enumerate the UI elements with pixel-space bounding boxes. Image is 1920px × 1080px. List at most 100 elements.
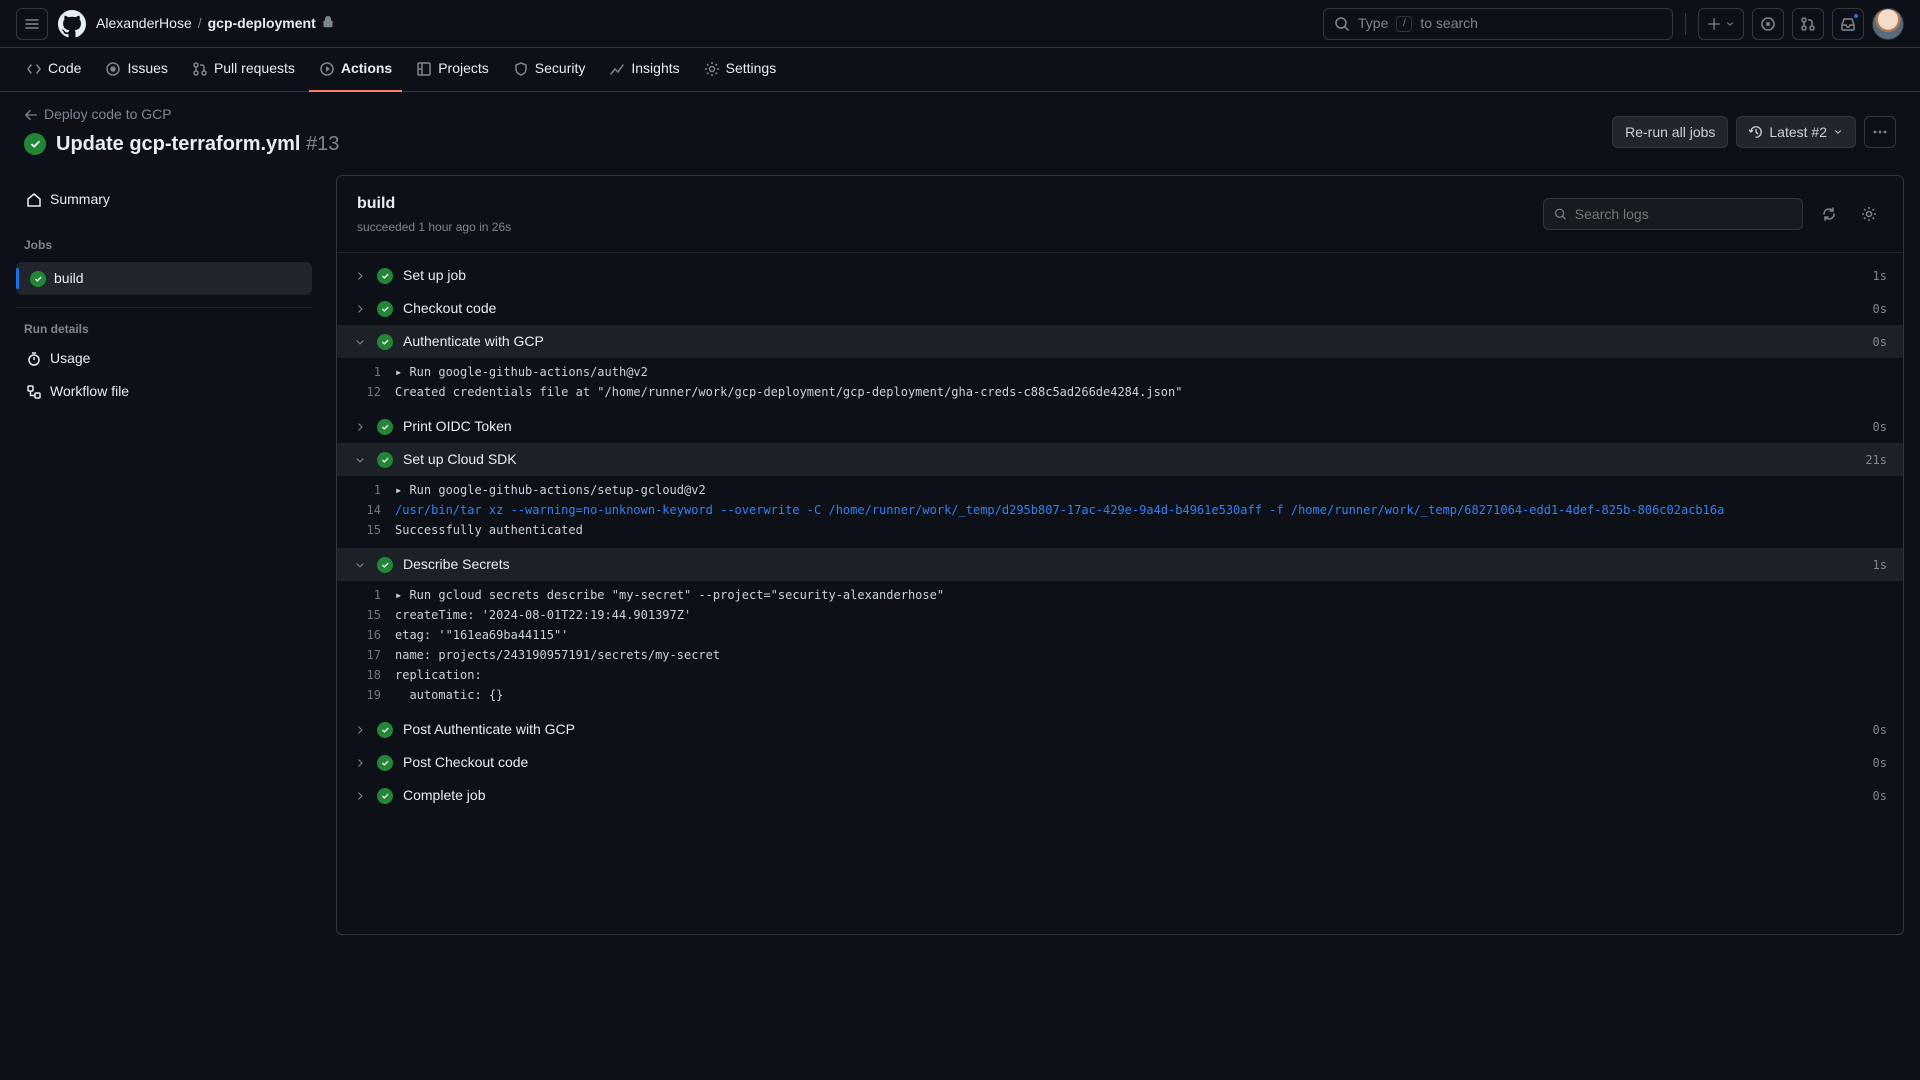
tab-label: Settings [726,58,777,79]
step-name: Post Authenticate with GCP [403,719,1863,740]
run-status-check-icon [24,133,46,155]
step-duration: 0s [1873,787,1887,805]
chevron-right-icon [353,560,367,570]
log-output: 1Run gcloud secrets describe "my-secret"… [337,581,1903,713]
steps-list: Set up job1sCheckout code0sAuthenticate … [337,253,1903,832]
log-line[interactable]: 18replication: [353,665,1887,685]
step-name: Post Checkout code [403,752,1863,773]
step-header[interactable]: Describe Secrets1s [337,548,1903,581]
rerun-all-jobs-button[interactable]: Re-run all jobs [1612,116,1728,148]
step-header[interactable]: Authenticate with GCP0s [337,325,1903,358]
back-to-workflow-link[interactable]: Deploy code to GCP [24,104,339,125]
tab-code[interactable]: Code [16,48,91,92]
job-subtitle: succeeded 1 hour ago in 26s [357,218,511,236]
step-status-check-icon [377,419,393,435]
dot-circle-icon [1760,16,1776,32]
line-text: createTime: '2024-08-01T22:19:44.901397Z… [395,606,691,624]
arrow-left-icon [24,108,38,122]
chevron-right-icon [353,422,367,432]
log-line[interactable]: 14/usr/bin/tar xz --warning=no-unknown-k… [353,500,1887,520]
line-text: automatic: {} [395,686,503,704]
log-search-input[interactable] [1575,206,1792,222]
line-number: 14 [353,501,381,519]
tab-pulls[interactable]: Pull requests [182,48,305,92]
tab-insights[interactable]: Insights [599,48,689,92]
github-logo-icon[interactable] [56,8,88,40]
history-icon [1749,125,1763,139]
panel-header: build succeeded 1 hour ago in 26s [337,176,1903,253]
repo-link[interactable]: gcp-deployment [208,13,316,34]
tab-security[interactable]: Security [503,48,596,92]
breadcrumb-sep: / [198,13,202,34]
sidebar-item-summary[interactable]: Summary [16,183,312,216]
step-status-check-icon [377,301,393,317]
tab-label: Actions [341,58,392,79]
step-name: Set up job [403,265,1863,286]
sidebar-item-job-build[interactable]: build [16,262,312,295]
step-name: Authenticate with GCP [403,331,1863,352]
chevron-right-icon [353,337,367,347]
log-output: 1Run google-github-actions/setup-gcloud@… [337,476,1903,548]
kebab-icon [1872,124,1888,140]
run-title-text: Update gcp-terraform.yml [56,133,301,155]
chevron-right-icon [353,758,367,768]
owner-link[interactable]: AlexanderHose [96,13,192,34]
step-header[interactable]: Complete job0s [337,779,1903,812]
line-text: Run google-github-actions/setup-gcloud@v… [395,481,706,499]
refresh-logs-button[interactable] [1815,200,1843,228]
hamburger-button[interactable] [16,8,48,40]
divider [1685,13,1686,35]
log-output: 1Run google-github-actions/auth@v212Crea… [337,358,1903,410]
step-header[interactable]: Set up Cloud SDK21s [337,443,1903,476]
pulls-tray-button[interactable] [1792,8,1824,40]
step-duration: 1s [1873,556,1887,574]
step-status-check-icon [377,334,393,350]
tab-label: Security [535,58,586,79]
step-header[interactable]: Post Checkout code0s [337,746,1903,779]
line-number: 19 [353,686,381,704]
step-header[interactable]: Checkout code0s [337,292,1903,325]
log-line[interactable]: 12Created credentials file at "/home/run… [353,382,1887,402]
tab-settings[interactable]: Settings [694,48,787,92]
run-kebab-button[interactable] [1864,116,1896,148]
log-line[interactable]: 16etag: '"161ea69ba44115"' [353,625,1887,645]
back-label: Deploy code to GCP [44,104,172,125]
line-text: replication: [395,666,482,684]
step-header[interactable]: Post Authenticate with GCP0s [337,713,1903,746]
line-number: 1 [353,363,381,381]
log-line[interactable]: 17name: projects/243190957191/secrets/my… [353,645,1887,665]
line-number: 15 [353,521,381,539]
tab-issues[interactable]: Issues [95,48,177,92]
tab-actions[interactable]: Actions [309,48,402,92]
create-new-dropdown[interactable] [1698,8,1744,40]
gear-icon [1861,206,1877,222]
log-line[interactable]: 19 automatic: {} [353,685,1887,705]
line-number: 17 [353,646,381,664]
log-line[interactable]: 1Run gcloud secrets describe "my-secret"… [353,585,1887,605]
issues-tray-button[interactable] [1752,8,1784,40]
sidebar-item-usage[interactable]: Usage [16,342,312,375]
tab-projects[interactable]: Projects [406,48,499,92]
avatar[interactable] [1872,8,1904,40]
notifications-button[interactable] [1832,8,1864,40]
job-title: build [357,192,511,216]
run-number: #13 [306,133,339,155]
log-line[interactable]: 1Run google-github-actions/auth@v2 [353,362,1887,382]
step-duration: 1s [1873,267,1887,285]
log-line[interactable]: 15Successfully authenticated [353,520,1887,540]
step-header[interactable]: Print OIDC Token0s [337,410,1903,443]
attempt-dropdown[interactable]: Latest #2 [1736,116,1856,148]
line-number: 1 [353,586,381,604]
job-status-check-icon [30,271,46,287]
label: Summary [50,189,110,210]
search-placeholder-b: to search [1420,13,1478,34]
log-line[interactable]: 1Run google-github-actions/setup-gcloud@… [353,480,1887,500]
log-line[interactable]: 15createTime: '2024-08-01T22:19:44.90139… [353,605,1887,625]
log-search[interactable] [1543,198,1803,230]
global-search[interactable]: Type / to search [1323,8,1673,40]
log-settings-button[interactable] [1855,200,1883,228]
chevron-right-icon [353,271,367,281]
step-header[interactable]: Set up job 1s [337,259,1903,292]
refresh-icon [1821,206,1837,222]
sidebar-item-workflow-file[interactable]: Workflow file [16,375,312,408]
